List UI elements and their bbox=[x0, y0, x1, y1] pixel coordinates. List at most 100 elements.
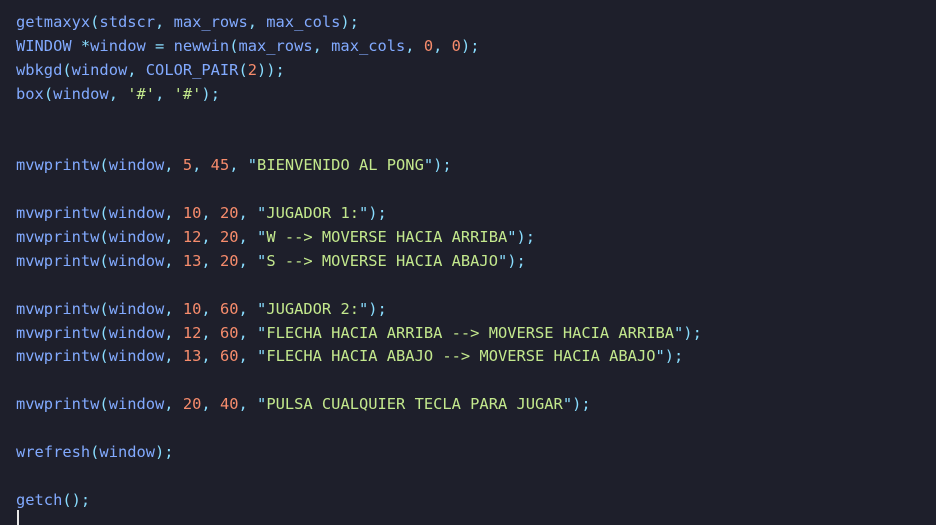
code-token: mvwprintw bbox=[16, 395, 100, 414]
code-token: S --> MOVERSE HACIA ABAJO bbox=[266, 251, 498, 270]
code-token: " bbox=[257, 347, 267, 366]
code-token: window bbox=[108, 323, 165, 342]
code-token: COLOR_PAIR bbox=[145, 60, 239, 79]
code-token: , bbox=[201, 251, 220, 270]
code-token: , bbox=[164, 156, 183, 175]
code-token: ); bbox=[340, 13, 359, 31]
code-line[interactable]: wrefresh(window); bbox=[16, 441, 702, 465]
code-line[interactable]: mvwprintw(window, 10, 20, "JUGADOR 1:"); bbox=[16, 202, 702, 226]
code-token: ); bbox=[507, 251, 526, 270]
code-token: ( bbox=[99, 156, 109, 175]
code-token: " bbox=[257, 228, 267, 247]
code-token: , bbox=[108, 84, 128, 103]
code-line[interactable] bbox=[16, 417, 702, 441]
code-token: , bbox=[155, 13, 174, 31]
code-token: JUGADOR 2: bbox=[266, 299, 359, 318]
code-token: max_cols bbox=[266, 13, 341, 31]
code-token: " bbox=[562, 395, 573, 414]
code-area[interactable]: getmaxyx(stdscr, max_rows, max_cols); WIN… bbox=[16, 11, 702, 513]
code-token: window bbox=[108, 347, 165, 366]
code-token: window bbox=[108, 395, 165, 414]
code-line[interactable] bbox=[16, 130, 702, 154]
code-token: mvwprintw bbox=[16, 323, 100, 342]
code-token: " bbox=[423, 156, 434, 175]
code-token: window bbox=[108, 251, 165, 270]
code-token: , bbox=[201, 323, 220, 342]
code-line[interactable]: mvwprintw(window, 13, 60, "FLECHA HACIA … bbox=[16, 345, 702, 369]
code-line[interactable]: mvwprintw(window, 13, 20, "S --> MOVERSE… bbox=[16, 250, 702, 274]
code-token: , bbox=[238, 251, 258, 270]
code-token: window bbox=[108, 228, 165, 247]
code-token: '#' bbox=[173, 84, 202, 103]
code-line[interactable] bbox=[16, 274, 702, 298]
code-token: " bbox=[507, 228, 517, 247]
code-token: , bbox=[164, 395, 183, 414]
code-token: window bbox=[90, 36, 156, 55]
code-token: , bbox=[405, 36, 424, 55]
code-token: ( bbox=[238, 60, 248, 79]
code-editor[interactable]: getmaxyx(stdscr, max_rows, max_cols); WIN… bbox=[0, 0, 936, 525]
code-token: , bbox=[238, 347, 258, 366]
code-token: wbkgd bbox=[16, 60, 63, 79]
code-token: , bbox=[238, 323, 258, 342]
code-token: " bbox=[257, 323, 267, 342]
code-token: 0 bbox=[451, 36, 461, 55]
code-token: window bbox=[71, 60, 128, 79]
code-token: W --> MOVERSE HACIA ARRIBA bbox=[266, 228, 508, 247]
code-token: " bbox=[257, 204, 267, 223]
code-token: box bbox=[16, 84, 44, 103]
code-token: " bbox=[655, 347, 665, 366]
code-token: * bbox=[80, 36, 91, 55]
code-token: , bbox=[164, 299, 183, 318]
code-line[interactable]: getmaxyx(stdscr, max_rows, max_cols); bbox=[16, 11, 702, 35]
code-token: 10 bbox=[182, 299, 202, 318]
code-line[interactable] bbox=[16, 369, 702, 393]
code-token: ( bbox=[62, 60, 72, 79]
code-token: JUGADOR 1: bbox=[266, 204, 359, 223]
text-cursor bbox=[17, 510, 19, 525]
code-line[interactable]: wbkgd(window, COLOR_PAIR(2)); bbox=[16, 59, 702, 83]
code-token: " bbox=[257, 251, 267, 270]
code-token: , bbox=[201, 228, 220, 247]
code-line[interactable]: mvwprintw(window, 12, 20, "W --> MOVERSE… bbox=[16, 226, 702, 250]
code-token: window bbox=[53, 84, 109, 103]
code-line[interactable]: mvwprintw(window, 12, 60, "FLECHA HACIA … bbox=[16, 322, 702, 346]
code-token: 60 bbox=[219, 347, 239, 366]
code-line[interactable]: box(window, '#', '#'); bbox=[16, 83, 702, 107]
code-token: ); bbox=[460, 36, 480, 55]
code-line[interactable] bbox=[16, 178, 702, 202]
code-token: , bbox=[433, 36, 452, 55]
code-token: stdscr bbox=[99, 13, 156, 31]
code-line[interactable]: mvwprintw(window, 10, 60, "JUGADOR 2:"); bbox=[16, 298, 702, 322]
code-line[interactable]: mvwprintw(window, 20, 40, "PULSA CUALQUI… bbox=[16, 393, 702, 417]
code-token: ); bbox=[368, 204, 387, 223]
code-token: PULSA CUALQUIER TECLA PARA JUGAR bbox=[266, 395, 563, 414]
code-token: " bbox=[247, 156, 258, 175]
code-token: window bbox=[108, 299, 165, 318]
code-token: 12 bbox=[182, 228, 202, 247]
code-token: , bbox=[201, 299, 220, 318]
code-line[interactable]: getch(); bbox=[16, 489, 702, 513]
code-token: window bbox=[99, 443, 156, 462]
code-line[interactable] bbox=[16, 107, 702, 131]
code-token: , bbox=[238, 395, 258, 414]
code-token: ( bbox=[99, 299, 109, 318]
code-token: )); bbox=[257, 60, 285, 79]
code-token: ); bbox=[433, 156, 452, 175]
code-token: WINDOW bbox=[16, 36, 81, 55]
code-line[interactable] bbox=[16, 465, 702, 489]
code-line[interactable]: WINDOW *window = newwin(max_rows, max_co… bbox=[16, 35, 702, 59]
code-token: mvwprintw bbox=[16, 156, 100, 175]
code-token: newwin bbox=[173, 36, 230, 55]
code-token: 5 bbox=[182, 156, 193, 175]
code-token: ( bbox=[99, 251, 109, 270]
code-line[interactable]: mvwprintw(window, 5, 45, "BIENVENIDO AL … bbox=[16, 154, 702, 178]
code-token: wrefresh bbox=[16, 443, 91, 462]
code-token: , bbox=[201, 204, 220, 223]
code-token: 60 bbox=[219, 299, 239, 318]
code-token: 13 bbox=[182, 251, 202, 270]
code-token: , bbox=[155, 84, 174, 103]
code-token: (); bbox=[62, 490, 91, 509]
code-token: , bbox=[192, 156, 211, 175]
code-token: ); bbox=[572, 395, 591, 414]
